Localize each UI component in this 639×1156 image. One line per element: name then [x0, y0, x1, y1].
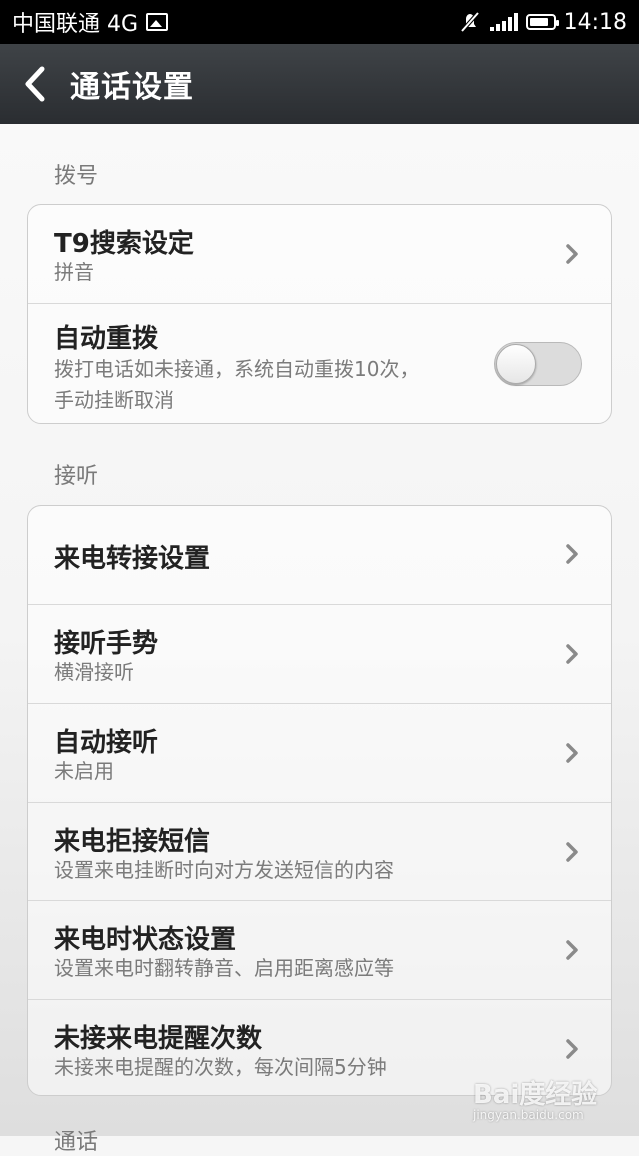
signal-icon [489, 13, 518, 31]
row-subtitle-line2: 手动挂断取消 [54, 388, 174, 412]
row-subtitle: 拼音 [54, 260, 94, 284]
chevron-right-icon [566, 842, 578, 862]
setting-call-forwarding[interactable]: 来电转接设置 [28, 506, 611, 604]
watermark-brand: Bai度经验 [473, 1080, 598, 1110]
title-bar: 通话设置 [0, 44, 639, 124]
chevron-right-icon [566, 743, 578, 763]
row-title: 自动接听 [54, 728, 159, 758]
row-title: 未接来电提醒次数 [54, 1024, 263, 1054]
setting-incoming-state[interactable]: 来电时状态设置 设置来电时翻转静音、启用距离感应等 [28, 900, 611, 999]
row-subtitle: 横滑接听 [54, 660, 134, 684]
mute-icon [460, 11, 480, 33]
setting-answer-gesture[interactable]: 接听手势 横滑接听 [28, 604, 611, 703]
row-title: 来电拒接短信 [54, 827, 211, 857]
section-header-call: 通话 [54, 1130, 99, 1155]
row-subtitle: 设置来电挂断时向对方发送短信的内容 [54, 858, 394, 882]
clock: 14:18 [563, 9, 627, 35]
setting-reject-sms[interactable]: 来电拒接短信 设置来电挂断时向对方发送短信的内容 [28, 802, 611, 900]
row-title: 接听手势 [54, 629, 159, 659]
chevron-right-icon [566, 1039, 578, 1059]
setting-auto-redial[interactable]: 自动重拨 拨打电话如未接通，系统自动重拨10次， 手动挂断取消 [28, 303, 611, 423]
section-header-answer: 接听 [54, 464, 99, 489]
image-icon [146, 13, 169, 31]
row-title: 来电转接设置 [54, 544, 211, 574]
dial-card: T9搜索设定 拼音 自动重拨 拨打电话如未接通，系统自动重拨10次， 手动挂断取… [27, 204, 612, 424]
row-title: T9搜索设定 [54, 229, 194, 259]
battery-icon [525, 14, 559, 30]
watermark-url: jingyan.baidu.com [473, 1108, 584, 1122]
chevron-right-icon [566, 940, 578, 960]
baidu-watermark: Bai度经验 jingyan.baidu.com [473, 1068, 603, 1128]
status-bar: 中国联通 4G 14:18 [0, 0, 639, 44]
row-title: 自动重拨 [54, 324, 159, 354]
section-header-dial: 拨号 [54, 164, 99, 189]
chevron-right-icon [566, 644, 578, 664]
row-subtitle-line1: 拨打电话如未接通，系统自动重拨10次， [54, 357, 420, 381]
carrier-label: 中国联通 4G [12, 12, 139, 37]
back-button[interactable] [0, 44, 70, 124]
answer-card: 来电转接设置 接听手势 横滑接听 自动接听 未启用 来电拒接短信 设置来电挂断时… [27, 505, 612, 1096]
toggle-knob [496, 344, 536, 384]
page-title: 通话设置 [70, 70, 194, 105]
setting-t9-search[interactable]: T9搜索设定 拼音 [28, 205, 611, 303]
auto-redial-toggle[interactable] [494, 342, 582, 386]
settings-list: 拨号 T9搜索设定 拼音 自动重拨 拨打电话如未接通，系统自动重拨10次， 手动… [0, 124, 639, 1155]
row-title: 来电时状态设置 [54, 925, 237, 955]
setting-auto-answer[interactable]: 自动接听 未启用 [28, 703, 611, 802]
chevron-right-icon [566, 544, 578, 564]
chevron-right-icon [566, 244, 578, 264]
row-subtitle: 设置来电时翻转静音、启用距离感应等 [54, 956, 394, 980]
row-subtitle: 未启用 [54, 759, 114, 783]
row-subtitle: 未接来电提醒的次数，每次间隔5分钟 [54, 1055, 387, 1079]
chevron-left-icon [25, 66, 45, 102]
